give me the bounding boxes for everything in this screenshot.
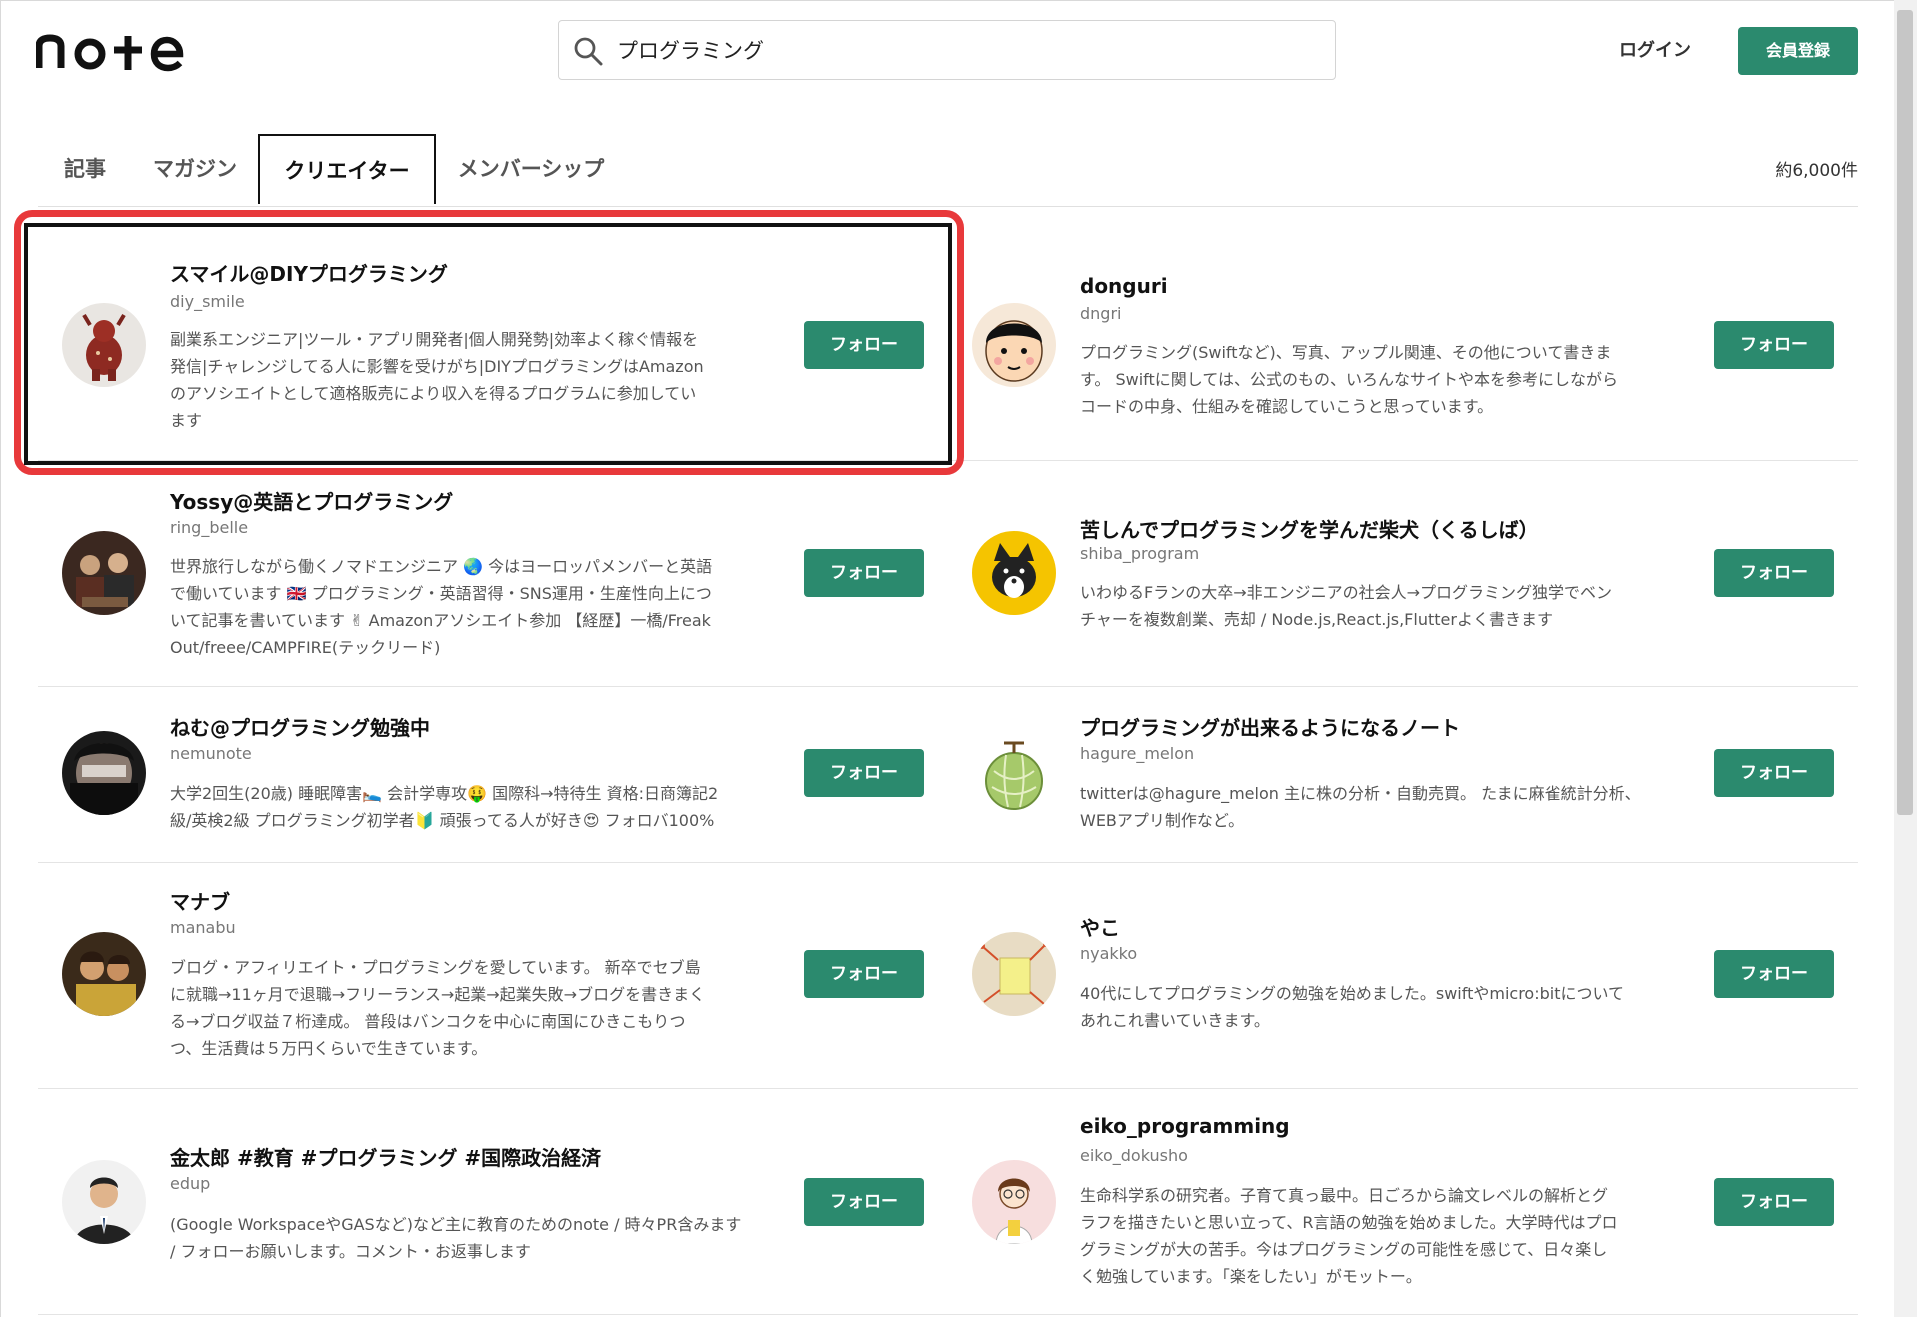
follow-button[interactable]: フォロー	[1714, 549, 1834, 597]
creator-bio: 世界旅行しながら働くノマドエンジニア 🌏 今はヨーロッパメンバーと英語 で働いてい…	[170, 557, 713, 657]
creator-name[interactable]: Yossy@英語とプログラミング	[170, 486, 453, 515]
window-top-edge	[0, 0, 1917, 1]
signup-button[interactable]: 会員登録	[1738, 27, 1858, 75]
masked-face-icon[interactable]	[62, 731, 146, 815]
group-photo-icon[interactable]	[62, 531, 146, 615]
creator-id: shiba_program	[1080, 544, 1200, 563]
creator-name[interactable]: eiko_programming	[1080, 1114, 1290, 1138]
creator-name[interactable]: プログラミングが出来るようになるノート	[1080, 712, 1460, 741]
follow-button[interactable]: フォロー	[1714, 321, 1834, 369]
creator-name[interactable]: 苦しんでプログラミングを学んだ柴犬（くるしば）	[1080, 514, 1539, 543]
suit-portrait-icon[interactable]	[62, 1160, 146, 1244]
creator-id: nyakko	[1080, 944, 1138, 963]
follow-button[interactable]: フォロー	[804, 1178, 924, 1226]
tab-memberships[interactable]: メンバーシップ	[446, 134, 616, 204]
creator-bio: twitterは@hagure_melon 主に株の分析・自動売買。 たまに麻雀…	[1080, 784, 1641, 830]
scrollbar-thumb[interactable]	[1897, 10, 1913, 815]
tab-articles[interactable]: 記事	[50, 134, 120, 204]
search-box[interactable]	[558, 20, 1336, 80]
illustrated-woman-icon[interactable]	[972, 1160, 1056, 1244]
login-link[interactable]: ログイン	[1600, 34, 1710, 68]
result-count: 約6,000件	[1775, 161, 1858, 181]
creator-id: dngri	[1080, 304, 1122, 323]
shiba-dog-icon[interactable]	[972, 531, 1056, 615]
creator-bio: いわゆるFランの大卒→非エンジニアの社会人→プログラミング独学でベン チャーを複数…	[1080, 583, 1613, 629]
window-left-edge	[0, 0, 1, 1317]
creator-id: edup	[170, 1174, 211, 1193]
row-divider	[960, 460, 1858, 461]
follow-button[interactable]: フォロー	[1714, 1178, 1834, 1226]
creator-bio: 生命科学系の研究者。子育て真っ最中。日ごろから論文レベルの解析とグ ラフを描きたい…	[1080, 1186, 1618, 1286]
row-divider	[38, 686, 1858, 687]
creator-bio: ブログ・アフィリエイト・プログラミングを愛しています。 新卒でセブ島 に就職→11…	[170, 958, 706, 1058]
tab-magazines[interactable]: マガジン	[140, 134, 250, 204]
creator-id: manabu	[170, 918, 236, 937]
person-photo-icon[interactable]	[62, 932, 146, 1016]
row-divider	[38, 1314, 1858, 1315]
creator-bio: 大学2回生(20歳) 睡眠障害🛌 会計学専攻🤑 国際科→特待生 資格:日商簿記2…	[170, 784, 719, 830]
creator-name[interactable]: やこ	[1080, 912, 1120, 941]
creator-id: hagure_melon	[1080, 744, 1195, 763]
creator-id: eiko_dokusho	[1080, 1146, 1188, 1165]
tab-creators[interactable]: クリエイター	[258, 134, 436, 204]
creator-bio: 40代にしてプログラミングの勉強を始めました。swiftやmicro:bitにつ…	[1080, 984, 1625, 1030]
creator-name[interactable]: donguri	[1080, 274, 1168, 298]
follow-button[interactable]: フォロー	[1714, 950, 1834, 998]
note-logo[interactable]: note	[36, 26, 186, 76]
creator-bio: プログラミング(Swiftなど)、写真、アップル関連、その他について書きま す。 …	[1080, 343, 1618, 416]
melon-icon[interactable]	[972, 731, 1056, 815]
search-input[interactable]	[617, 29, 1297, 71]
follow-button[interactable]: フォロー	[804, 749, 924, 797]
creator-bio: (Google WorkspaceやGASなど)など主に教育のためのnote /…	[170, 1215, 742, 1261]
row-divider	[38, 1088, 1858, 1089]
creator-name[interactable]: 金太郎 #教育 #プログラミング #国際政治経済	[170, 1142, 601, 1171]
search-icon	[574, 37, 603, 66]
follow-button[interactable]: フォロー	[1714, 749, 1834, 797]
tab-underline	[38, 206, 1858, 207]
follow-button[interactable]: フォロー	[804, 549, 924, 597]
sticky-note-icon[interactable]	[972, 932, 1056, 1016]
creator-name[interactable]: マナブ	[170, 886, 230, 915]
cartoon-face-icon[interactable]	[972, 303, 1056, 387]
creator-id: ring_belle	[170, 518, 249, 537]
follow-button[interactable]: フォロー	[804, 950, 924, 998]
creator-id: nemunote	[170, 744, 252, 763]
creator-name[interactable]: ねむ@プログラミング勉強中	[170, 712, 430, 741]
row-divider	[38, 862, 1858, 863]
highlight-inner-outline	[24, 223, 952, 465]
